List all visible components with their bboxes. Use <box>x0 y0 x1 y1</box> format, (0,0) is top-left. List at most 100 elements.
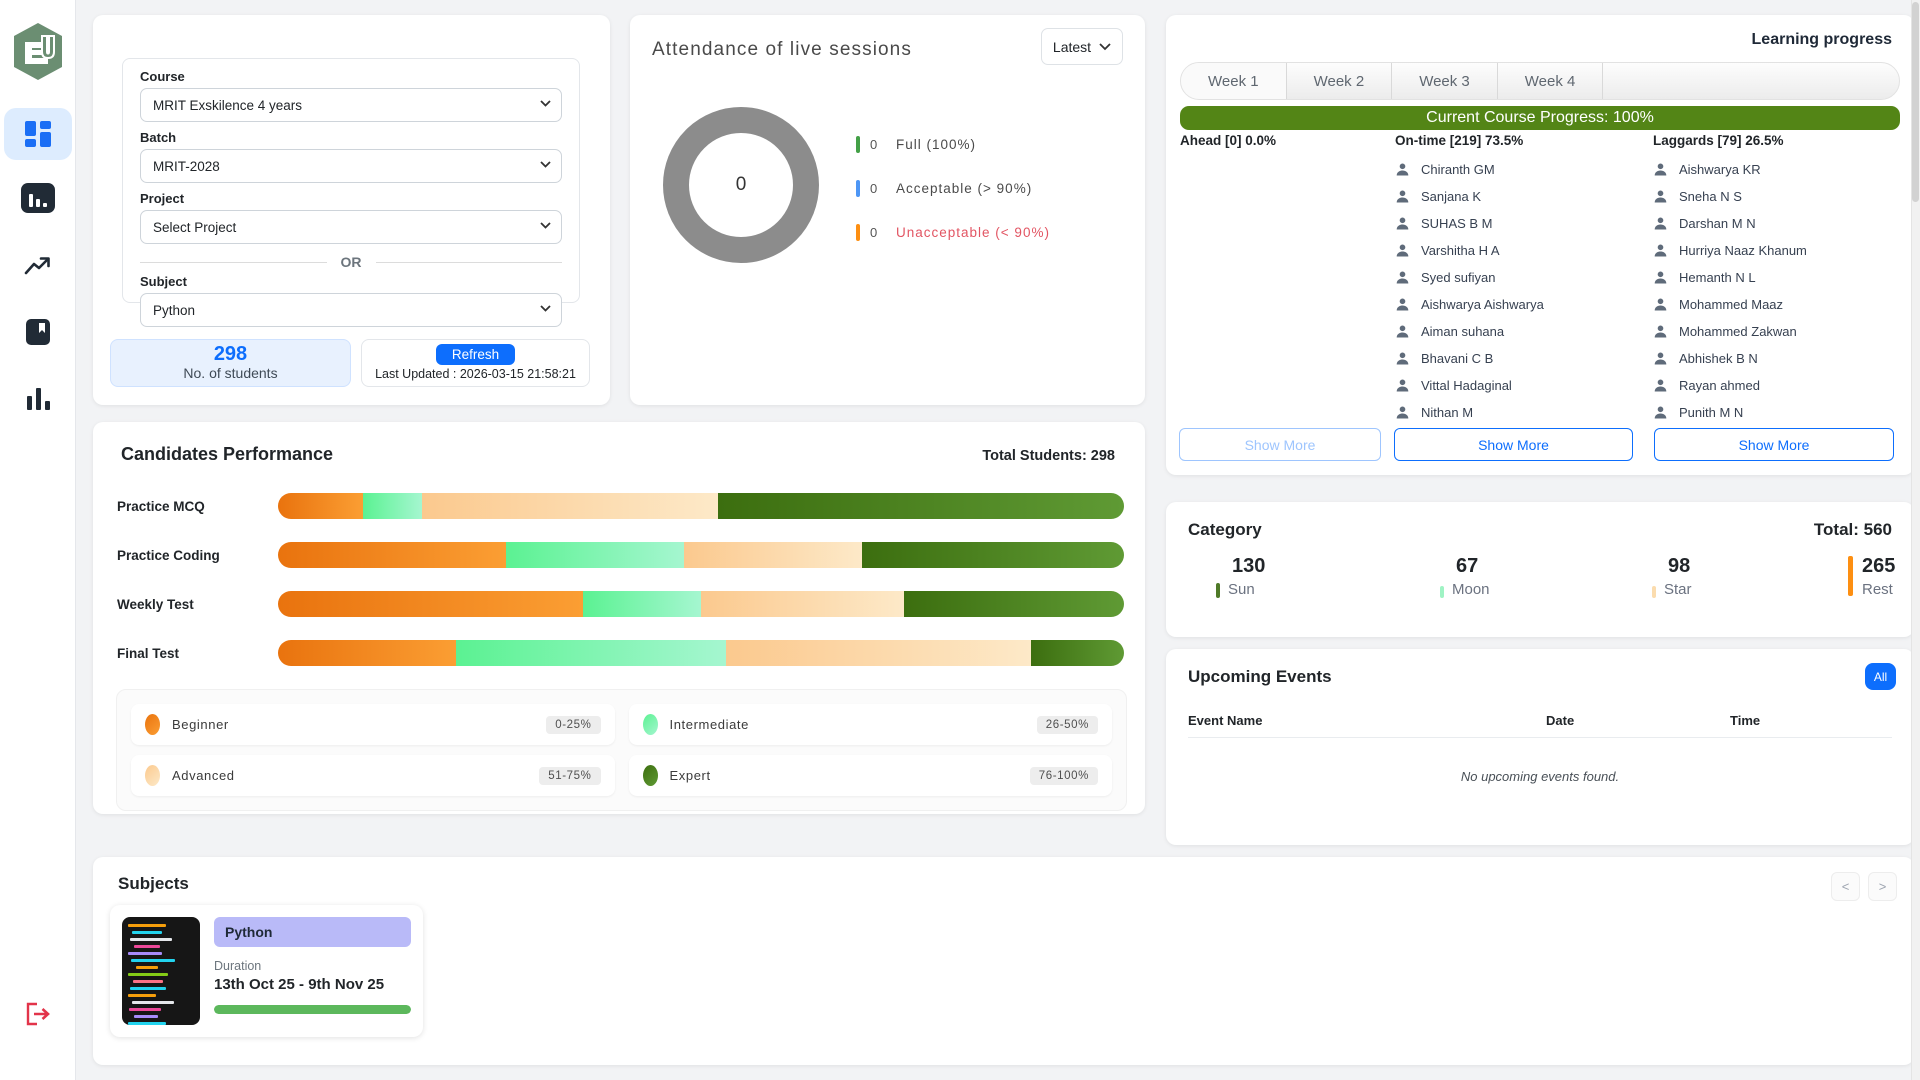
person-icon <box>1395 189 1410 204</box>
performance-stacked-bar <box>278 542 1124 568</box>
events-empty-message: No upcoming events found. <box>1166 769 1914 784</box>
events-header-name: Event Name <box>1188 713 1262 728</box>
bar-segment-expert <box>718 493 1124 519</box>
legend-tick <box>856 180 860 197</box>
subject-duration-label: Duration <box>214 959 411 973</box>
tab-week-2[interactable]: Week 2 <box>1287 63 1393 99</box>
legend-tick <box>856 224 860 241</box>
category-tick <box>1216 583 1220 598</box>
student-row: Darshan M N <box>1653 214 1903 232</box>
tab-week-3[interactable]: Week 3 <box>1392 63 1498 99</box>
performance-legend-item: Beginner0-25% <box>131 704 615 745</box>
scrollbar-thumb[interactable] <box>1912 2 1919 202</box>
bar-segment-expert <box>862 542 1124 568</box>
legend-label: Unacceptable (< 90%) <box>896 225 1050 240</box>
or-text: OR <box>341 254 362 270</box>
student-name: Abhishek B N <box>1679 351 1758 366</box>
bar-segment-advanced <box>701 591 904 617</box>
person-icon <box>1653 243 1668 258</box>
student-name: SUHAS B M <box>1421 216 1493 231</box>
project-label: Project <box>140 191 562 206</box>
student-row: Aiman suhana <box>1395 322 1645 340</box>
performance-stacked-bar <box>278 493 1124 519</box>
subjects-title: Subjects <box>118 874 189 894</box>
subjects-prev-button[interactable]: < <box>1831 872 1860 901</box>
course-select[interactable]: MRIT Exskilence 4 years <box>140 88 562 122</box>
sidebar-item-reports[interactable] <box>0 172 76 224</box>
performance-row: Practice Coding <box>117 542 1124 568</box>
sidebar-item-courses[interactable] <box>0 306 76 358</box>
student-row: Nithan M <box>1395 403 1645 421</box>
batch-label: Batch <box>140 130 562 145</box>
category-value: 265 <box>1862 554 1895 578</box>
student-row: Sanjana K <box>1395 187 1645 205</box>
events-all-button[interactable]: All <box>1865 663 1896 690</box>
project-select[interactable]: Select Project <box>140 210 562 244</box>
bar-segment-advanced <box>684 542 862 568</box>
chart-box-icon <box>21 183 55 213</box>
student-name: Hurriya Naaz Khanum <box>1679 243 1807 258</box>
logout-icon <box>25 1002 51 1026</box>
student-name: Chiranth GM <box>1421 162 1495 177</box>
student-name: Mohammed Zakwan <box>1679 324 1797 339</box>
subjects-next-button[interactable]: > <box>1868 872 1897 901</box>
week-tabs: Week 1Week 2Week 3Week 4 <box>1180 62 1900 100</box>
tab-week-1[interactable]: Week 1 <box>1181 63 1287 99</box>
person-icon <box>1395 162 1410 177</box>
student-name: Bhavani C B <box>1421 351 1493 366</box>
legend-label: Advanced <box>172 768 235 783</box>
category-tick <box>1652 586 1656 598</box>
scrollbar[interactable] <box>1911 0 1920 1080</box>
legend-range-badge: 76-100% <box>1030 767 1098 785</box>
attendance-filter-select[interactable]: Latest <box>1041 28 1123 65</box>
legend-dot <box>643 714 658 735</box>
student-row: Punith M N <box>1653 403 1903 421</box>
person-icon <box>1395 216 1410 231</box>
show-more-ahead-button[interactable]: Show More <box>1179 428 1381 461</box>
category-item-sun: 130Sun <box>1216 554 1265 598</box>
performance-legend-item: Expert 76-100% <box>629 755 1113 796</box>
performance-row-label: Final Test <box>117 646 278 661</box>
sidebar-item-trends[interactable] <box>0 240 76 292</box>
student-name: Nithan M <box>1421 405 1473 420</box>
student-row: Rayan ahmed <box>1653 376 1903 394</box>
performance-bars: Practice MCQPractice CodingWeekly TestFi… <box>117 493 1124 689</box>
person-icon <box>1653 162 1668 177</box>
subject-card-python[interactable]: Python Duration 13th Oct 25 - 9th Nov 25 <box>110 905 423 1037</box>
sidebar-item-analytics[interactable] <box>0 372 76 424</box>
filter-panel: Course MRIT Exskilence 4 years Batch MRI… <box>93 15 610 405</box>
legend-dot <box>145 765 160 786</box>
chevron-down-icon <box>540 222 551 229</box>
bar-segment-expert <box>1031 640 1124 666</box>
student-row: Aishwarya KR <box>1653 160 1903 178</box>
person-icon <box>1395 297 1410 312</box>
subject-duration-dates: 13th Oct 25 - 9th Nov 25 <box>214 976 411 993</box>
legend-label: Full (100%) <box>896 137 976 152</box>
tab-week-4[interactable]: Week 4 <box>1498 63 1604 99</box>
student-row: Bhavani C B <box>1395 349 1645 367</box>
logout-button[interactable] <box>0 994 76 1034</box>
legend-count: 0 <box>870 137 896 152</box>
legend-label: Expert <box>670 768 711 783</box>
bar-segment-beginner <box>278 542 506 568</box>
refresh-button[interactable]: Refresh <box>436 344 515 365</box>
students-count-card: 298 No. of students <box>110 339 351 387</box>
attendance-legend-item: 0Acceptable (> 90%) <box>856 179 1050 197</box>
category-label: Moon <box>1452 581 1490 598</box>
category-item-moon: 67Moon <box>1440 554 1490 598</box>
attendance-donut-value: 0 <box>663 107 819 263</box>
student-name: Aiman suhana <box>1421 324 1504 339</box>
student-row: Hurriya Naaz Khanum <box>1653 241 1903 259</box>
events-header-time: Time <box>1730 713 1760 728</box>
subject-select[interactable]: Python <box>140 293 562 327</box>
sidebar-item-dashboard[interactable] <box>4 108 72 160</box>
person-icon <box>1395 243 1410 258</box>
subject-progress-bar <box>214 1005 411 1014</box>
batch-select[interactable]: MRIT-2028 <box>140 149 562 183</box>
performance-stacked-bar <box>278 640 1124 666</box>
bar-chart-icon <box>27 386 50 410</box>
attendance-filter-value: Latest <box>1053 39 1091 55</box>
show-more-ontime-button[interactable]: Show More <box>1394 428 1633 461</box>
show-more-laggards-button[interactable]: Show More <box>1654 428 1894 461</box>
candidates-performance-panel: Candidates Performance Total Students: 2… <box>93 422 1145 814</box>
